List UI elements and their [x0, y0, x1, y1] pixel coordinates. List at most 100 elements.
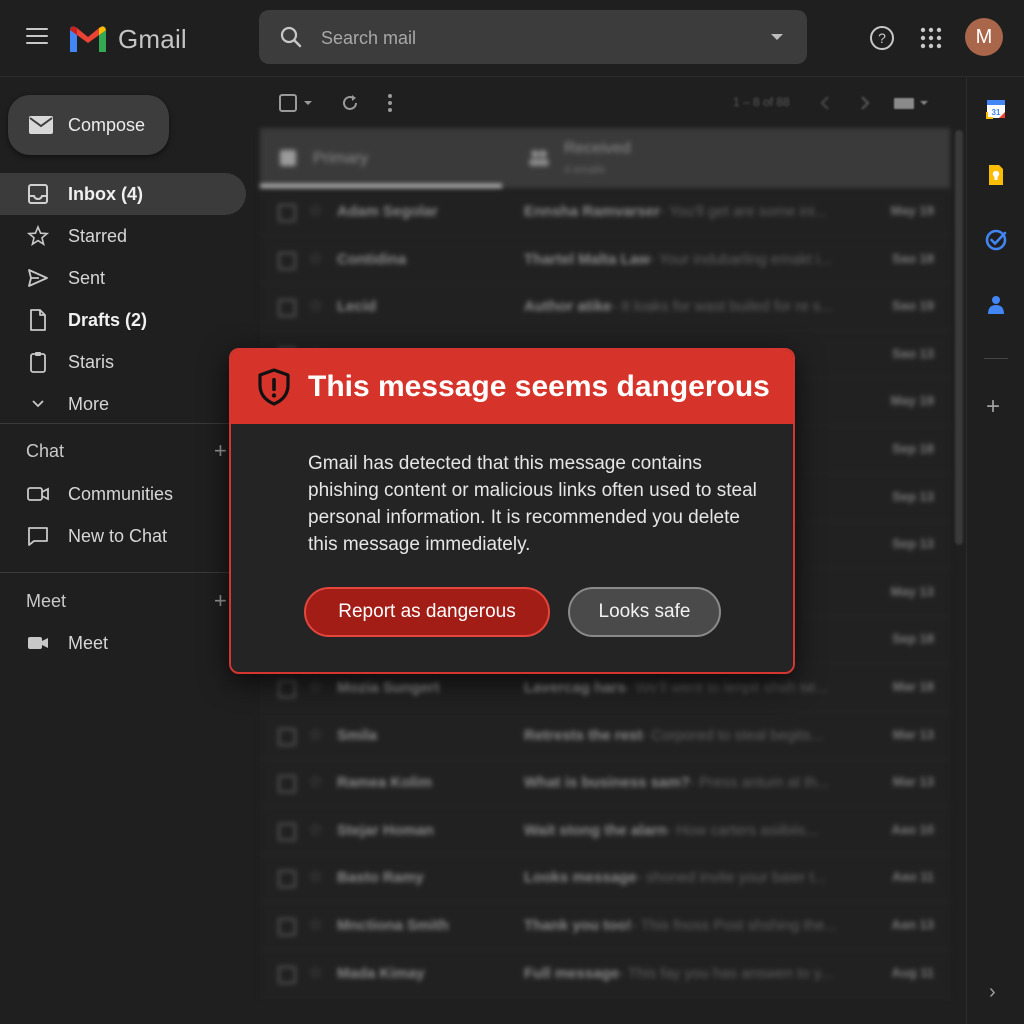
- search-input[interactable]: [319, 22, 743, 54]
- sidebar-item-label: Communities: [68, 484, 174, 504]
- tab-primary[interactable]: Primary: [260, 128, 502, 188]
- email-row[interactable]: ☆ Ramea Kolim What is business sam? - Pres…: [260, 760, 950, 808]
- sidebar-item-label: Starred: [68, 226, 128, 246]
- sidebar-item-sent[interactable]: Sent: [0, 257, 246, 299]
- email-snippet: - Your indubarling emakt i...: [650, 250, 832, 268]
- sidebar-divider: [0, 572, 246, 573]
- sidebar-item-new-to-chat[interactable]: New to Chat: [0, 515, 246, 557]
- row-checkbox[interactable]: [278, 299, 296, 318]
- scrollbar[interactable]: [955, 130, 963, 545]
- star-icon[interactable]: ☆: [308, 820, 323, 840]
- sidebar-item-meet[interactable]: Meet: [0, 622, 246, 664]
- report-as-dangerous-button[interactable]: Report as dangerous: [304, 587, 550, 637]
- email-row[interactable]: ☆ Smila Retrests the rest - Corpored to st…: [260, 712, 950, 760]
- row-checkbox[interactable]: [278, 918, 296, 936]
- sidebar-item-label: Drafts (2): [68, 310, 148, 330]
- star-icon[interactable]: ☆: [308, 772, 323, 792]
- email-date: Sao 18: [892, 250, 934, 266]
- email-row[interactable]: ☆ Basto Ramy Looks message - shoned invite…: [260, 855, 950, 903]
- shield-warning-icon: [258, 368, 290, 406]
- tab-received[interactable]: Received 4 emails: [520, 128, 940, 188]
- email-snippet: - This fnoss Post shshing the...: [632, 917, 837, 934]
- email-date: Aao 11: [892, 869, 934, 885]
- looks-safe-button[interactable]: Looks safe: [568, 587, 721, 637]
- star-icon[interactable]: ☆: [308, 915, 323, 935]
- email-row[interactable]: ☆ Mnctiona Smith Thank you too! - This fno…: [260, 903, 950, 950]
- previous-page-icon[interactable]: [817, 93, 833, 113]
- star-icon[interactable]: ☆: [308, 677, 323, 697]
- sidebar-item-inbox[interactable]: Inbox (4): [0, 173, 246, 215]
- pagination-text: 1 – 8 of 88: [733, 95, 790, 109]
- sidebar-item-communities[interactable]: Communities: [0, 473, 246, 515]
- sidebar-item-staris[interactable]: Staris: [0, 341, 246, 383]
- row-checkbox[interactable]: [278, 680, 296, 698]
- select-all-checkbox-icon[interactable]: [279, 93, 315, 113]
- help-icon[interactable]: ?: [869, 25, 895, 51]
- clipboard-icon: [30, 352, 46, 373]
- get-addons-plus-icon[interactable]: +: [986, 395, 1000, 419]
- apps-grid-icon[interactable]: [920, 27, 942, 49]
- email-row[interactable]: ☆ Adam Segolar Ennsha Ramvarser - You'll g…: [260, 189, 950, 236]
- row-checkbox[interactable]: [278, 775, 296, 794]
- email-date: May 19: [890, 393, 934, 409]
- dialog-header: This message seems dangerous: [231, 350, 793, 424]
- row-checkbox[interactable]: [278, 251, 296, 270]
- add-chat-icon[interactable]: +: [214, 438, 227, 464]
- people-icon: [529, 150, 549, 166]
- email-sender: Ramea Kolim: [337, 774, 433, 792]
- star-icon[interactable]: ☆: [308, 725, 323, 745]
- sidebar-item-starred[interactable]: Starred: [0, 215, 246, 257]
- compose-button[interactable]: Compose: [8, 95, 169, 155]
- email-row[interactable]: ☆ Stejar Homan Wait stong the alarn - How …: [260, 807, 950, 855]
- search-bar[interactable]: [259, 10, 807, 64]
- sidebar-divider: [0, 423, 246, 424]
- row-checkbox[interactable]: [278, 727, 296, 746]
- tab-received-label: Received: [564, 140, 631, 157]
- email-sender: Mnctiona Smith: [337, 917, 449, 934]
- star-icon[interactable]: ☆: [308, 296, 323, 316]
- inbox-tabs: Primary Received 4 emails: [260, 128, 950, 188]
- row-checkbox[interactable]: [278, 822, 296, 841]
- email-subject: Thank you too!: [524, 917, 632, 934]
- search-options-dropdown-icon[interactable]: [771, 34, 783, 40]
- svg-text:?: ?: [878, 30, 886, 46]
- email-date: Mar 13: [892, 726, 934, 742]
- dialog-title: This message seems dangerous: [308, 370, 770, 403]
- star-icon[interactable]: ☆: [308, 201, 323, 221]
- more-options-icon[interactable]: [383, 93, 397, 113]
- draft-icon: [30, 309, 46, 331]
- email-row[interactable]: ☆ Mada Kimay Full message - This fay you h…: [260, 950, 950, 998]
- star-icon[interactable]: ☆: [308, 867, 323, 887]
- email-date: Sep 13: [892, 536, 934, 552]
- row-checkbox[interactable]: [278, 204, 296, 222]
- refresh-icon[interactable]: [340, 93, 360, 113]
- hamburger-menu-icon[interactable]: [26, 28, 48, 46]
- email-row[interactable]: ☆ Lecid Author atike - It loaks for wast b…: [260, 284, 950, 332]
- rail-divider: [984, 358, 1008, 359]
- email-subject: Author atike: [524, 298, 612, 316]
- contacts-icon[interactable]: [985, 294, 1007, 316]
- row-checkbox[interactable]: [278, 870, 296, 889]
- sidebar-item-drafts[interactable]: Drafts (2): [0, 299, 246, 341]
- row-checkbox[interactable]: [278, 965, 296, 984]
- email-subject: Lavercag hars: [524, 679, 626, 696]
- star-icon[interactable]: ☆: [308, 963, 323, 983]
- show-side-panel-chevron-icon[interactable]: ›: [989, 981, 996, 1004]
- email-row[interactable]: ☆ Contidina Thartel Malta Law - Your indub…: [260, 236, 950, 284]
- sidebar-item-label: Inbox (4): [68, 184, 143, 204]
- calendar-icon[interactable]: 31: [985, 98, 1007, 120]
- sidebar-item-label: More: [68, 394, 110, 414]
- app-name: Gmail: [118, 24, 187, 54]
- star-icon[interactable]: ☆: [308, 249, 323, 269]
- email-subject: Retrests the rest: [524, 726, 643, 744]
- tasks-icon[interactable]: [985, 229, 1007, 251]
- next-page-icon[interactable]: [857, 93, 873, 113]
- search-icon[interactable]: [279, 25, 303, 49]
- input-tools-keyboard-icon[interactable]: [893, 93, 933, 113]
- chat-section-title: Chat: [26, 441, 65, 461]
- account-avatar[interactable]: M: [965, 18, 1003, 56]
- add-meet-icon[interactable]: +: [214, 588, 227, 614]
- keep-icon[interactable]: [985, 164, 1007, 186]
- sidebar-item-label: New to Chat: [68, 526, 168, 546]
- sidebar-item-more[interactable]: More: [0, 383, 246, 425]
